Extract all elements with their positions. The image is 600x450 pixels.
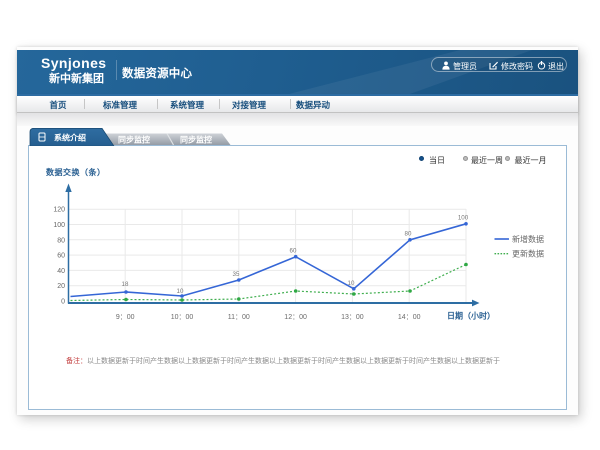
svg-text:60: 60 (57, 253, 65, 260)
svg-text:18: 18 (122, 281, 129, 288)
svg-text:40: 40 (57, 268, 65, 275)
svg-text:100: 100 (53, 222, 65, 229)
svg-text:11：00: 11：00 (228, 314, 250, 321)
svg-text:同步监控: 同步监控 (180, 135, 212, 145)
svg-text:0: 0 (61, 299, 65, 306)
svg-text:13：00: 13：00 (341, 314, 364, 321)
svg-text:12：00: 12：00 (284, 314, 307, 321)
svg-text:10：00: 10：00 (171, 314, 194, 321)
svg-text:新增数据: 新增数据 (512, 234, 544, 244)
svg-text:120: 120 (53, 207, 65, 214)
svg-text:14：00: 14：00 (398, 314, 421, 321)
svg-text:9：00: 9：00 (116, 314, 135, 321)
svg-text:同步监控: 同步监控 (118, 135, 150, 145)
svg-text:100: 100 (458, 215, 469, 222)
svg-text:20: 20 (57, 283, 65, 290)
svg-text:60: 60 (290, 248, 297, 255)
svg-text:35: 35 (233, 271, 240, 278)
svg-text:更新数据: 更新数据 (512, 249, 544, 259)
svg-text:日期（小时）: 日期（小时） (447, 311, 495, 321)
svg-text:10: 10 (348, 280, 355, 287)
svg-text:系统介绍: 系统介绍 (54, 133, 86, 143)
svg-text:80: 80 (405, 231, 412, 238)
svg-text:80: 80 (57, 237, 65, 244)
svg-text:10: 10 (177, 288, 184, 295)
